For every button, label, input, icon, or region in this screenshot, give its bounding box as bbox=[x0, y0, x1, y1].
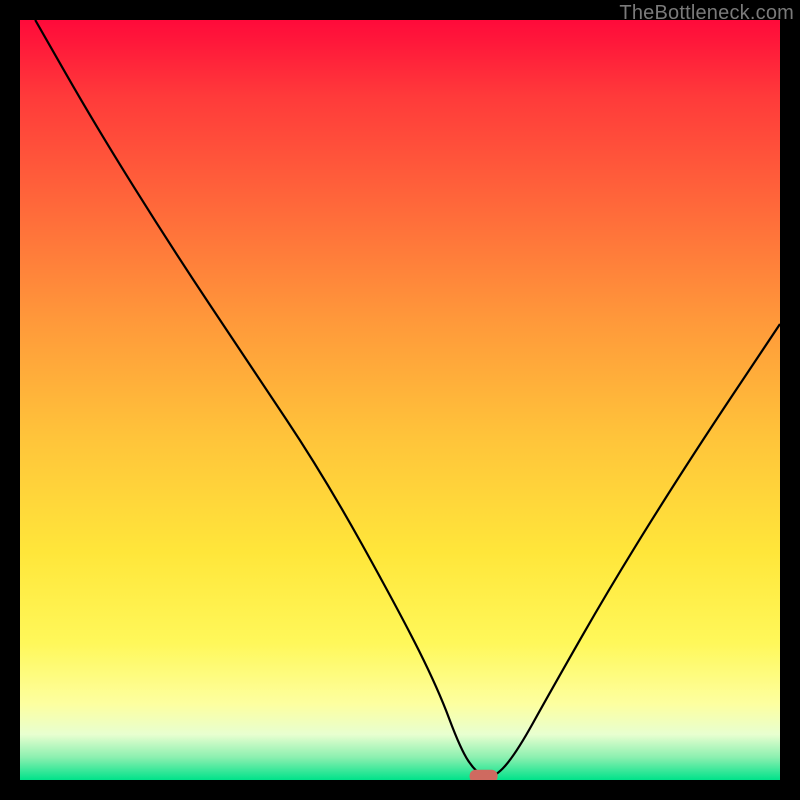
watermark-text: TheBottleneck.com bbox=[619, 2, 794, 25]
optimal-marker bbox=[470, 770, 498, 780]
plot-area bbox=[20, 20, 780, 780]
chart-svg bbox=[20, 20, 780, 780]
chart-stage: TheBottleneck.com bbox=[0, 0, 800, 800]
bottleneck-curve bbox=[35, 20, 780, 777]
